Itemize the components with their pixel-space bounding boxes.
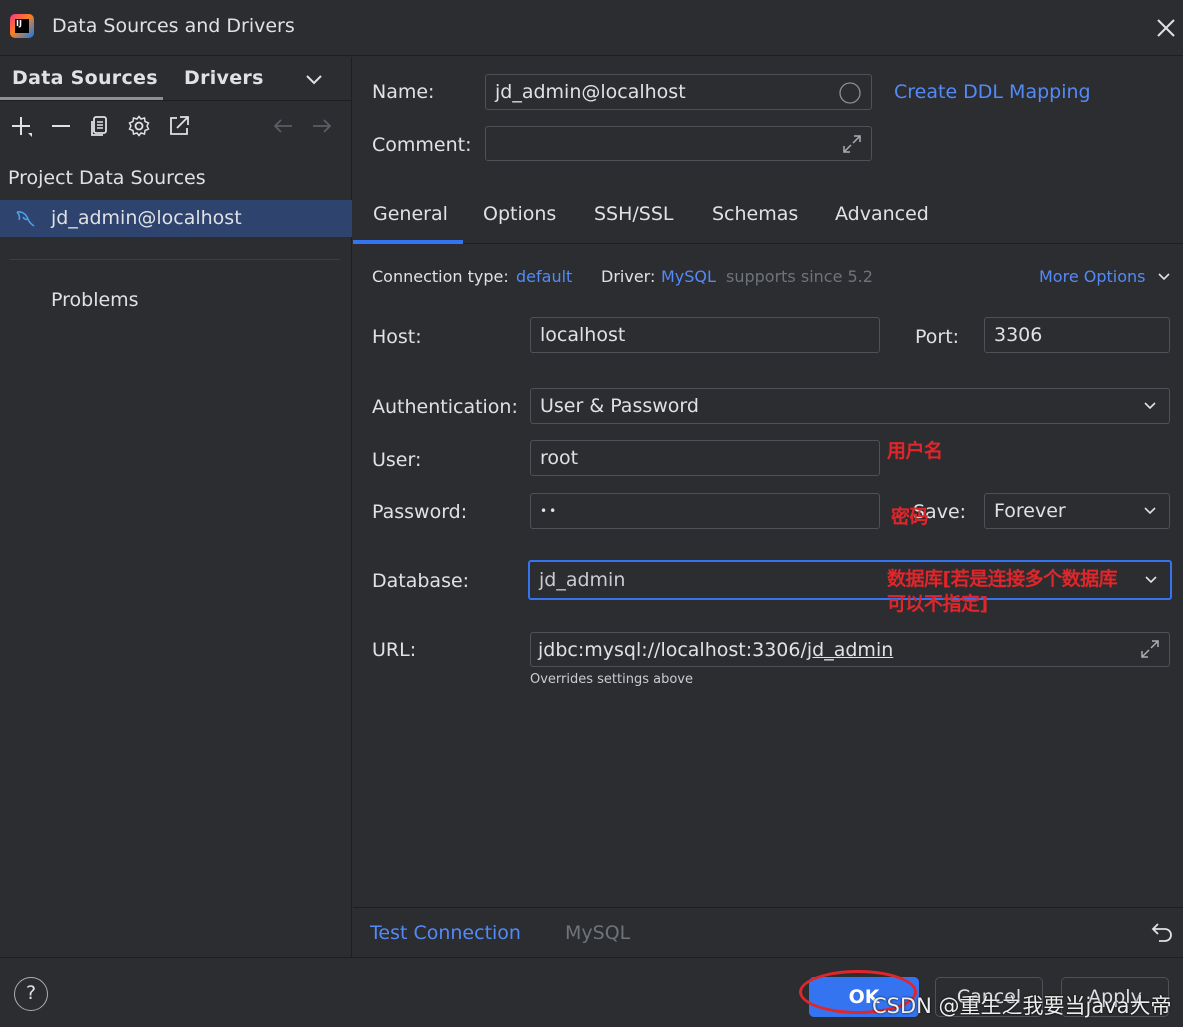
window-title: Data Sources and Drivers — [52, 15, 295, 37]
url-field[interactable]: jdbc:mysql://localhost:3306/jd_admin — [530, 632, 1170, 667]
password-label: Password: — [372, 501, 468, 523]
tab-data-sources[interactable]: Data Sources — [12, 67, 158, 89]
comment-field[interactable] — [485, 126, 872, 161]
color-circle-icon[interactable] — [839, 82, 861, 104]
driver-note: supports since 5.2 — [726, 267, 873, 286]
annotation-user: 用户名 — [887, 440, 943, 462]
right-panel: Name: jd_admin@localhost Create DDL Mapp… — [353, 57, 1183, 957]
forward-arrow-icon[interactable] — [311, 115, 333, 137]
data-source-label: jd_admin@localhost — [51, 207, 242, 229]
tab-advanced[interactable]: Advanced — [835, 203, 929, 225]
annotation-password: 密码 — [891, 506, 929, 528]
back-arrow-icon[interactable] — [272, 115, 294, 137]
revert-icon[interactable] — [1150, 920, 1174, 944]
left-panel: Data Sources Drivers Project Data Source… — [0, 57, 352, 957]
expand-icon[interactable] — [841, 133, 863, 155]
section-title-project-data-sources: Project Data Sources — [8, 167, 206, 189]
url-database: jd_admin — [806, 638, 894, 661]
duplicate-icon[interactable] — [89, 115, 111, 137]
tab-general[interactable]: General — [373, 203, 448, 225]
user-field[interactable]: root — [530, 440, 880, 476]
chevron-down-icon — [1145, 576, 1157, 584]
database-label: Database: — [372, 570, 470, 592]
name-field[interactable]: jd_admin@localhost — [485, 74, 872, 110]
save-select[interactable]: Forever — [984, 493, 1170, 529]
annotation-database-line1: 数据库[若是连接多个数据库 — [887, 568, 1118, 590]
expand-icon[interactable] — [1139, 638, 1161, 660]
driver-name: MySQL — [565, 922, 631, 944]
settings-icon[interactable] — [128, 115, 150, 137]
user-label: User: — [372, 449, 422, 471]
problems-item[interactable]: Problems — [51, 289, 139, 311]
tab-ssh-ssl[interactable]: SSH/SSL — [594, 203, 674, 225]
annotation-database-line2: 可以不指定] — [887, 593, 988, 615]
chevron-down-icon — [1144, 402, 1156, 410]
driver-label: Driver: — [601, 267, 656, 286]
authentication-select[interactable]: User & Password — [530, 388, 1170, 424]
divider — [353, 243, 1183, 244]
url-prefix: jdbc:mysql://localhost:3306/ — [538, 638, 807, 661]
authentication-label: Authentication: — [372, 396, 518, 418]
active-tab-indicator — [353, 240, 463, 244]
host-field[interactable]: localhost — [530, 317, 880, 353]
chevron-down-icon — [1158, 273, 1170, 281]
divider — [0, 100, 352, 101]
port-label: Port: — [915, 326, 960, 348]
url-label: URL: — [372, 639, 417, 661]
title-bar: IJ Data Sources and Drivers — [0, 0, 1183, 56]
tab-drivers[interactable]: Drivers — [184, 67, 264, 89]
create-ddl-mapping-link[interactable]: Create DDL Mapping — [894, 81, 1091, 103]
open-external-icon[interactable] — [168, 115, 190, 137]
data-source-item[interactable]: jd_admin@localhost — [0, 200, 352, 237]
watermark: CSDN @重生之我要当java大帝 — [872, 994, 1172, 1018]
host-label: Host: — [372, 326, 422, 348]
url-note: Overrides settings above — [530, 672, 693, 687]
mysql-dolphin-icon — [16, 211, 35, 227]
close-icon[interactable] — [1153, 12, 1179, 42]
more-options-link[interactable]: More Options — [1039, 267, 1171, 286]
password-field[interactable]: •• — [530, 493, 880, 529]
test-connection-link[interactable]: Test Connection — [370, 922, 521, 944]
help-button[interactable]: ? — [14, 977, 48, 1011]
name-label: Name: — [372, 81, 435, 103]
add-icon[interactable] — [10, 115, 32, 137]
connection-type-link[interactable]: default — [516, 267, 572, 286]
port-field[interactable]: 3306 — [984, 317, 1170, 353]
chevron-down-icon — [1144, 507, 1156, 515]
divider — [10, 259, 340, 260]
comment-label: Comment: — [372, 134, 472, 156]
tab-schemas[interactable]: Schemas — [712, 203, 798, 225]
remove-icon[interactable] — [50, 115, 72, 137]
driver-link[interactable]: MySQL — [661, 267, 716, 286]
intellij-app-icon: IJ — [10, 14, 34, 38]
tab-options[interactable]: Options — [483, 203, 556, 225]
chevron-down-icon[interactable] — [305, 73, 323, 85]
connection-type-label: Connection type: — [372, 267, 509, 286]
connection-actions-bar: Test Connection MySQL — [353, 907, 1183, 957]
